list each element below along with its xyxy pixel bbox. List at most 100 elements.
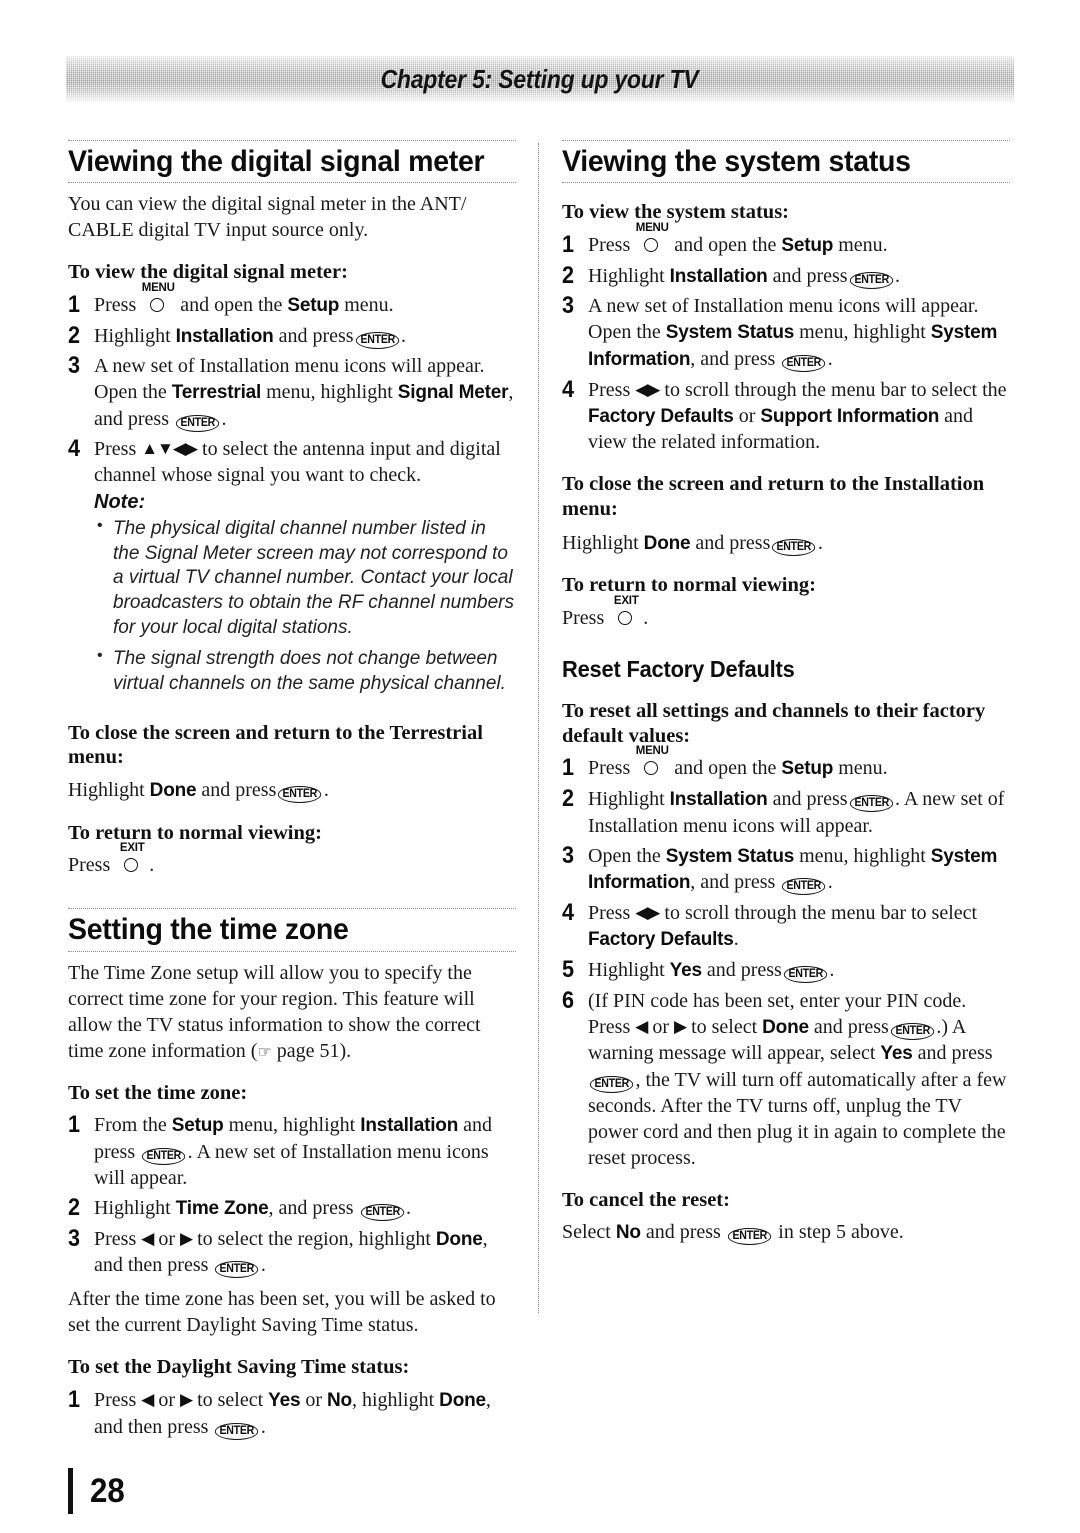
exit-key-label: EXIT (119, 842, 145, 855)
task-text-post: . (323, 779, 329, 802)
task-body-return-normal-viewing-right: Press EXIT . (562, 595, 1010, 631)
step-text: Highlight Installation and press ENTER. (94, 323, 516, 350)
step-item: 4 Press ◀▶ to scroll through the menu ba… (562, 375, 1010, 456)
ui-term: Yes (268, 1389, 301, 1411)
step-text-pre: Press (94, 438, 137, 461)
page-reference: page 51 (276, 1039, 340, 1062)
step-text-mid: menu, highlight (799, 844, 926, 867)
ui-term: Done (643, 532, 691, 554)
step-number: 2 (68, 1194, 81, 1221)
step-text-pre: Press (94, 293, 137, 316)
task-body-close-installation: Highlight Done and press ENTER. (562, 530, 1010, 557)
task-text-post: . (817, 531, 823, 554)
step-text-pre: Highlight (588, 788, 665, 811)
note-item: The signal strength does not change betw… (94, 646, 516, 696)
step-text-mid2: , and press (690, 871, 776, 894)
step-text-pre: Highlight (94, 1197, 171, 1219)
section-rule-top (68, 140, 516, 141)
intro-text-a: The Time Zone setup will allow you to sp… (68, 961, 481, 1062)
step-text-mid: and press (706, 958, 782, 981)
ui-term: Signal Meter (397, 382, 509, 404)
step-text-pre: Open the (588, 844, 661, 867)
step-text-mid: and press (772, 264, 848, 287)
step-text-mid: and open the (674, 757, 777, 780)
enter-key-icon: ENTER (355, 331, 400, 349)
step-item: 1 From the Setup menu, highlight Install… (68, 1112, 516, 1191)
step-text-pre: Press (588, 757, 631, 780)
step-item: 3 Open the System Status menu, highlight… (562, 842, 1010, 896)
intro-digital-signal-meter: You can view the digital signal meter in… (68, 193, 467, 242)
step-text: Open the System Status menu, highlight S… (588, 843, 1010, 896)
menu-key-icon: MENU (141, 282, 175, 314)
step-text-mid2: or (738, 404, 756, 427)
manual-page: Chapter 5: Setting up your TV Viewing th… (0, 0, 1080, 1533)
step-text: Press ◀▶ to scroll through the menu bar … (588, 900, 1010, 953)
step-text: Highlight Installation and press ENTER. (588, 263, 1010, 290)
intro-text-b: ). (339, 1039, 352, 1062)
chapter-title: Chapter 5: Setting up your TV (381, 63, 699, 94)
step-text-pre: Highlight (588, 264, 665, 287)
ui-term: Setup (287, 294, 340, 316)
step-item: 2 Highlight Installation and press ENTER. (562, 262, 1010, 290)
ui-term: Yes (669, 959, 702, 981)
task-text-post: . (149, 854, 155, 877)
step-item: 3 Press ◀ or ▶ to select the region, hig… (68, 1225, 516, 1279)
chapter-banner: Chapter 5: Setting up your TV (66, 56, 1014, 102)
step-text-post: . (221, 408, 227, 431)
exit-key-label: EXIT (613, 594, 639, 607)
menu-key-label: MENU (141, 281, 175, 294)
left-column: Viewing the digital signal meter You can… (68, 140, 516, 1444)
dpad-arrows-icon: ◀▶ (635, 903, 660, 923)
step-text-pre: Press (588, 233, 631, 256)
ui-term: Done (762, 1016, 809, 1038)
task-text-post: in step 5 above. (778, 1221, 904, 1244)
steps-reset-factory-defaults: 1 Press MENU and open the Setup menu. 2 … (562, 746, 1010, 1171)
note-item: The physical digital channel number list… (94, 516, 516, 640)
step-item: 2 Highlight Time Zone, and press ENTER. (68, 1195, 516, 1222)
step-text: Press ◀ or ▶ to select Yes or No, highli… (94, 1387, 516, 1440)
step-text: A new set of Installation menu icons wil… (94, 353, 516, 433)
section-rule-top (562, 140, 1010, 141)
ui-term: Installation (669, 265, 768, 287)
task-heading-view-digital-signal-meter: To view the digital signal meter: (68, 261, 348, 284)
enter-key-icon: ENTER (142, 1148, 186, 1165)
step-text-post: . (260, 1254, 266, 1277)
exit-key-circle (124, 858, 139, 873)
step-number: 4 (68, 435, 81, 463)
step-text: Press MENU and open the Setup menu. (588, 746, 1010, 782)
ui-term: Installation (360, 1115, 459, 1137)
ui-term: No (615, 1222, 641, 1244)
enter-key-icon: ENTER (215, 1261, 260, 1279)
step-text-pre: Highlight (588, 958, 665, 981)
enter-key-icon: ENTER (175, 415, 220, 433)
step-number: 1 (68, 1111, 81, 1139)
step-text-post: , the TV will turn off automatically aft… (588, 1068, 1007, 1169)
step-number: 1 (68, 290, 81, 318)
menu-key-icon: MENU (635, 222, 669, 254)
step-text-pre: Highlight (94, 324, 171, 347)
ui-term: Done (435, 1228, 483, 1250)
dpad-arrows-icon: ▲▼◀▶ (141, 439, 198, 459)
ui-term: System Status (665, 322, 795, 344)
right-column: Viewing the system status To view the sy… (562, 140, 1010, 1254)
exit-key-circle (618, 610, 633, 625)
step-text-pre: Press (94, 1227, 137, 1250)
step-number: 1 (562, 754, 575, 782)
task-body-return-normal-viewing-left: Press EXIT . (68, 843, 516, 878)
step-text-mid2: or (305, 1388, 322, 1411)
step-number: 4 (562, 375, 575, 403)
step-number: 1 (68, 1385, 81, 1413)
step-number: 5 (562, 955, 575, 983)
intro-time-zone: The Time Zone setup will allow you to sp… (68, 960, 516, 1064)
ui-term: Setup (781, 234, 834, 256)
arrow-right-icon: ▶ (179, 1228, 193, 1248)
ui-term: Factory Defaults (588, 929, 734, 951)
arrow-left-icon: ◀ (141, 1228, 154, 1248)
step-item: 1 Press ◀ or ▶ to select Yes or No, high… (68, 1387, 516, 1440)
step-text-mid: and open the (180, 293, 283, 316)
step-text-post: . (829, 958, 835, 981)
step-text-mid3: , highlight (351, 1388, 435, 1411)
steps-set-time-zone: 1 From the Setup menu, highlight Install… (68, 1112, 516, 1279)
step-text-mid: to select the region, highlight (197, 1227, 431, 1250)
step-item: 2 Highlight Installation and press ENTER. (68, 322, 516, 350)
